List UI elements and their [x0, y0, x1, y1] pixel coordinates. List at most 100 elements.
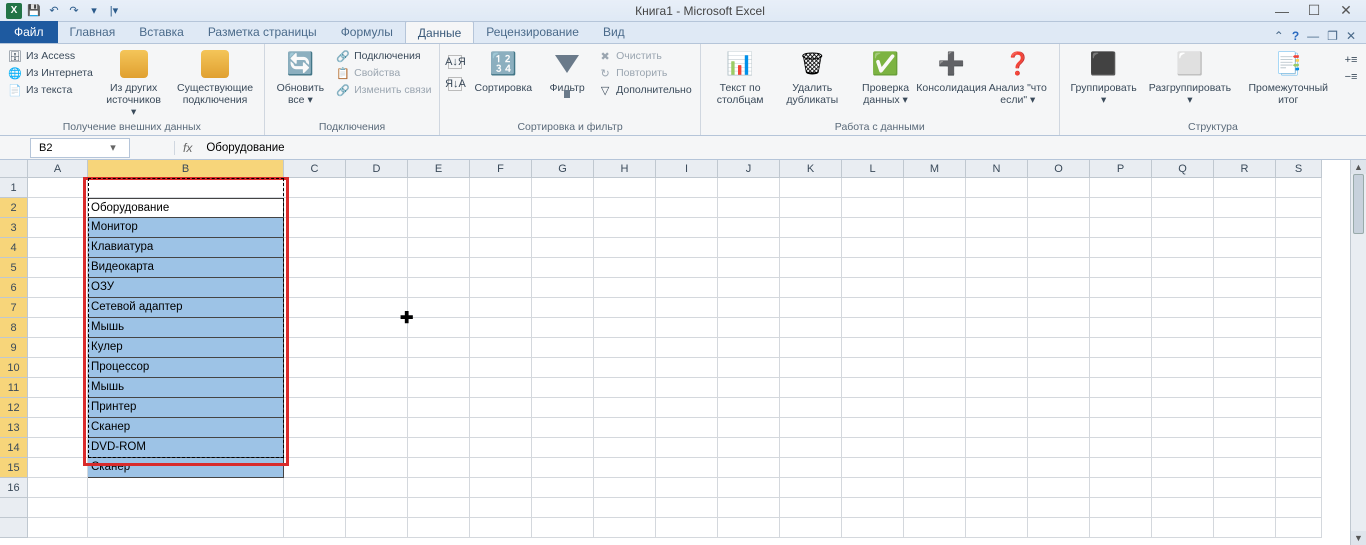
cell[interactable]: [842, 358, 904, 378]
cell[interactable]: [1028, 438, 1090, 458]
column-header[interactable]: F: [470, 160, 532, 178]
cell[interactable]: [284, 258, 346, 278]
cell[interactable]: [904, 218, 966, 238]
cell[interactable]: [842, 258, 904, 278]
cell[interactable]: [842, 498, 904, 518]
cell[interactable]: [1090, 358, 1152, 378]
cell[interactable]: [532, 498, 594, 518]
cell[interactable]: [532, 258, 594, 278]
cell[interactable]: [1152, 358, 1214, 378]
row-header[interactable]: 15: [0, 458, 28, 478]
cell[interactable]: [408, 418, 470, 438]
cell[interactable]: [532, 518, 594, 538]
cell[interactable]: [470, 298, 532, 318]
cell[interactable]: [594, 318, 656, 338]
cell[interactable]: [28, 338, 88, 358]
cell[interactable]: [346, 358, 408, 378]
cell[interactable]: [408, 178, 470, 198]
cell[interactable]: Мышь: [88, 378, 284, 398]
cell[interactable]: [1090, 318, 1152, 338]
cell[interactable]: [780, 478, 842, 498]
cell[interactable]: [346, 238, 408, 258]
cell[interactable]: [594, 258, 656, 278]
cell[interactable]: [1028, 318, 1090, 338]
cell[interactable]: [408, 378, 470, 398]
cell[interactable]: [532, 438, 594, 458]
cell[interactable]: [1152, 238, 1214, 258]
consolidate-button[interactable]: ➕Консолидация: [924, 46, 979, 96]
cell[interactable]: [842, 338, 904, 358]
ribbon-minimize-icon[interactable]: ⌃: [1274, 29, 1284, 43]
scroll-up-icon[interactable]: ▲: [1351, 160, 1366, 174]
cell[interactable]: [470, 318, 532, 338]
vertical-scrollbar[interactable]: ▲ ▼: [1350, 160, 1366, 545]
cell[interactable]: [718, 378, 780, 398]
cell[interactable]: [346, 218, 408, 238]
cell[interactable]: [966, 258, 1028, 278]
cell[interactable]: [1276, 358, 1322, 378]
cell[interactable]: [1090, 378, 1152, 398]
cell[interactable]: Процессор: [88, 358, 284, 378]
cell[interactable]: [594, 478, 656, 498]
cell[interactable]: [1028, 518, 1090, 538]
cell[interactable]: [28, 438, 88, 458]
sort-za-button[interactable]: Я↓А: [446, 76, 464, 92]
cell[interactable]: [842, 178, 904, 198]
cell[interactable]: [718, 498, 780, 518]
cell[interactable]: [1276, 498, 1322, 518]
cell[interactable]: [28, 318, 88, 338]
column-header[interactable]: G: [532, 160, 594, 178]
cell[interactable]: [532, 358, 594, 378]
cell[interactable]: [346, 398, 408, 418]
cell[interactable]: [1028, 398, 1090, 418]
cell[interactable]: [842, 238, 904, 258]
cell[interactable]: [408, 318, 470, 338]
filter-button[interactable]: Фильтр: [542, 46, 592, 96]
cell[interactable]: [904, 418, 966, 438]
cell[interactable]: [842, 438, 904, 458]
column-header[interactable]: A: [28, 160, 88, 178]
cell[interactable]: [28, 478, 88, 498]
cell[interactable]: [966, 218, 1028, 238]
scroll-thumb[interactable]: [1353, 174, 1364, 234]
cell[interactable]: [842, 398, 904, 418]
column-header[interactable]: H: [594, 160, 656, 178]
cell[interactable]: [1028, 378, 1090, 398]
cell[interactable]: [842, 198, 904, 218]
cell[interactable]: [1214, 338, 1276, 358]
column-header[interactable]: O: [1028, 160, 1090, 178]
save-icon[interactable]: 💾: [26, 3, 42, 19]
qat-dropdown-icon[interactable]: ▾: [86, 3, 102, 19]
cell[interactable]: [1028, 198, 1090, 218]
properties-button[interactable]: 📋Свойства: [334, 65, 433, 81]
cell[interactable]: [1028, 418, 1090, 438]
cell[interactable]: [408, 298, 470, 318]
cell[interactable]: Мышь: [88, 318, 284, 338]
refresh-all-button[interactable]: 🔄 Обновить все ▾: [271, 46, 331, 108]
cell[interactable]: [718, 198, 780, 218]
cell[interactable]: [1090, 278, 1152, 298]
cell[interactable]: [656, 278, 718, 298]
cell[interactable]: [28, 238, 88, 258]
cell[interactable]: [408, 218, 470, 238]
cell[interactable]: [28, 378, 88, 398]
cell[interactable]: [1028, 258, 1090, 278]
cell[interactable]: [1090, 198, 1152, 218]
cell[interactable]: [904, 438, 966, 458]
cell[interactable]: [346, 278, 408, 298]
cell[interactable]: [904, 518, 966, 538]
cell[interactable]: [594, 398, 656, 418]
cell[interactable]: [780, 418, 842, 438]
cell[interactable]: [656, 258, 718, 278]
help-icon[interactable]: ?: [1292, 29, 1299, 43]
cell[interactable]: [780, 378, 842, 398]
file-tab[interactable]: Файл: [0, 21, 58, 43]
name-box[interactable]: B2 ▾: [30, 138, 130, 158]
redo-icon[interactable]: ↷: [66, 3, 82, 19]
cell[interactable]: [284, 418, 346, 438]
row-header[interactable]: 8: [0, 318, 28, 338]
cell[interactable]: [1028, 238, 1090, 258]
cell[interactable]: [594, 238, 656, 258]
cell[interactable]: [1152, 178, 1214, 198]
row-header[interactable]: [0, 518, 28, 538]
